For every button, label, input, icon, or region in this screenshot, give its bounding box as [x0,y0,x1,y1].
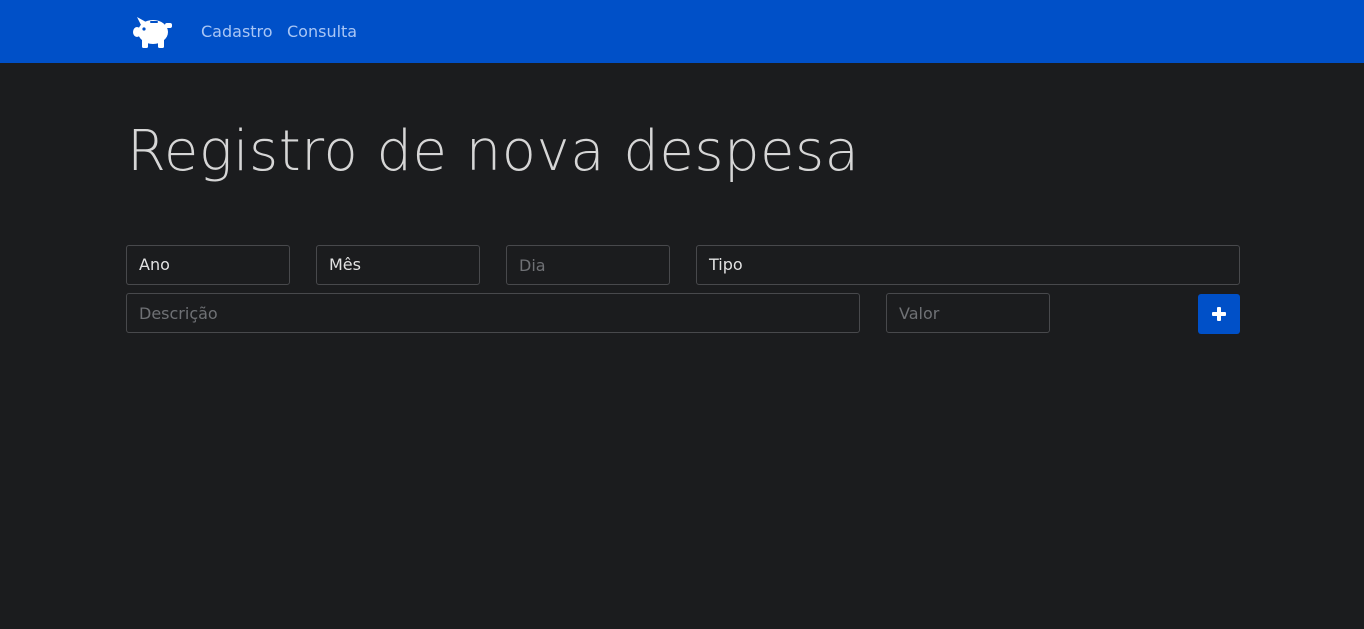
tipo-select-value: Tipo [709,255,743,274]
mes-select-value: Mês [329,255,361,274]
mes-select[interactable]: Mês [316,245,480,285]
descricao-input[interactable] [126,293,860,333]
dia-input[interactable] [506,245,670,285]
page-title: Registro de nova despesa [127,119,860,184]
add-expense-button[interactable] [1198,294,1240,334]
plus-icon [1212,307,1226,321]
tipo-select[interactable]: Tipo [696,245,1240,285]
nav-link-cadastro[interactable]: Cadastro [201,21,273,43]
nav-link-consulta[interactable]: Consulta [287,21,357,43]
ano-select-value: Ano [139,255,170,274]
valor-input[interactable] [886,293,1050,333]
navbar: Cadastro Consulta [0,0,1364,63]
piggy-bank-icon[interactable] [132,13,174,49]
ano-select[interactable]: Ano [126,245,290,285]
